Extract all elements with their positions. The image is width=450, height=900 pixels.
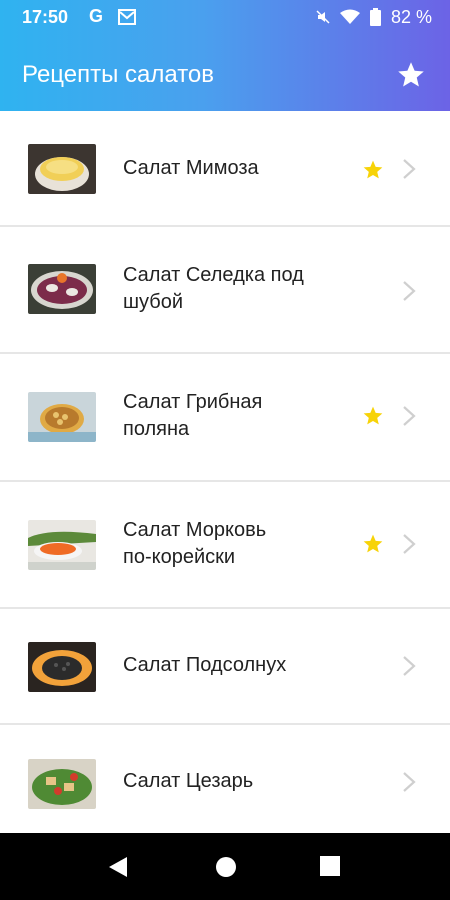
sunflower-thumbnail [28,642,96,692]
list-item[interactable]: Салат Селедка под шубой [0,227,450,354]
chevron-right-icon [403,406,416,426]
mute-icon [316,10,330,24]
carrot-thumbnail [28,520,96,570]
home-icon[interactable] [214,855,238,879]
mail-icon [118,9,136,25]
recipe-name: Салат Морковь по-корейски [123,519,267,568]
favorite-star-icon[interactable] [362,405,384,427]
chevron-right-icon [403,159,416,179]
app-header: 17:50 G 82 % Рецепты салатов [0,0,450,111]
list-item[interactable]: Салат Грибная поляна [0,354,450,482]
status-right: 82 % [316,6,432,28]
list-item[interactable]: Салат Мимоза [0,111,450,227]
status-bar: 17:50 G 82 % [0,0,450,36]
recipe-name: Салат Селедка под шубой [123,264,304,313]
list-item[interactable]: Салат Цезарь [0,725,450,841]
list-item[interactable]: Салат Морковь по-корейски [0,482,450,609]
battery-percent: 82 % [390,6,432,27]
list-item[interactable]: Салат Подсолнух [0,609,450,725]
battery-icon [369,8,381,26]
chevron-right-icon [403,772,416,792]
chevron-right-icon [403,656,416,676]
caesar-thumbnail [28,759,96,809]
favorites-star-icon[interactable] [396,60,426,90]
recents-icon[interactable] [319,855,341,877]
wifi-icon [339,9,360,24]
page-title: Рецепты салатов [22,61,215,88]
mimosa-thumbnail [28,144,96,194]
status-time: 17:50 [22,7,69,27]
recipe-name: Салат Грибная поляна [123,391,263,440]
chevron-right-icon [403,534,416,554]
back-icon[interactable] [107,855,129,879]
favorite-star-icon[interactable] [362,159,384,181]
chevron-right-icon [403,281,416,301]
recipe-name: Салат Цезарь [123,770,254,792]
recipe-name: Салат Мимоза [123,157,259,179]
recipe-name: Салат Подсолнух [123,654,287,676]
mushroom-thumbnail [28,392,96,442]
herring-thumbnail [28,264,96,314]
recipe-list: Салат Мимоза Салат Селедка под шубой Сал… [0,111,450,841]
favorite-star-icon[interactable] [362,533,384,555]
g-icon: G [89,6,104,26]
navigation-bar [0,833,450,900]
